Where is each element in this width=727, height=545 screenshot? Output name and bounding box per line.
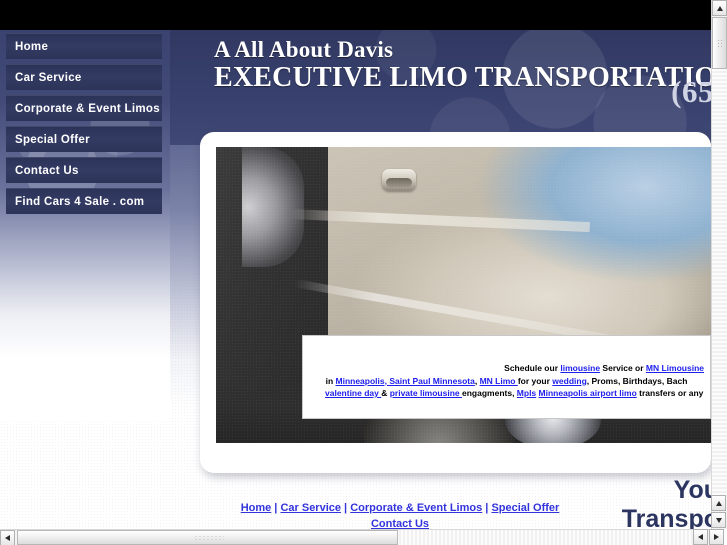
promo-copy-overlay: Schedule our limousine Service or MN Lim… xyxy=(302,335,711,419)
footer-nav-row-2: Contact Us xyxy=(200,516,600,530)
main-content-card: Schedule our limousine Service or MN Lim… xyxy=(200,132,711,473)
link-limousine[interactable]: limousine xyxy=(560,363,600,373)
sidebar-item-home[interactable]: Home xyxy=(6,33,162,59)
vertical-scrollbar-thumb[interactable] xyxy=(712,17,727,69)
sidebar-item-contact-us[interactable]: Contact Us xyxy=(6,157,162,183)
link-mn-limousine[interactable]: MN Limousine xyxy=(646,363,704,373)
site-title-line2: EXECUTIVE LIMO TRANSPORTATION xyxy=(214,62,711,93)
sidebar-item-car-service[interactable]: Car Service xyxy=(6,64,162,90)
promo-copy-line-3: valentine day & private limousine engagm… xyxy=(309,387,704,400)
link-mn-limo[interactable]: MN Limo xyxy=(480,376,518,386)
sidebar-item-special-offer[interactable]: Special Offer xyxy=(6,126,162,152)
top-black-bar xyxy=(0,0,711,30)
chevron-left-icon-secondary xyxy=(698,534,703,540)
promo-text-for-your: for your xyxy=(517,375,553,386)
sidebar-item-corporate-event-limos[interactable]: Corporate & Event Limos xyxy=(6,95,162,121)
footer-nav: Home | Car Service | Corporate & Event L… xyxy=(200,500,600,530)
footer-link-corporate-event-limos[interactable]: Corporate & Event Limos xyxy=(350,502,482,514)
horizontal-scrollbar-grip-icon xyxy=(194,535,224,542)
footer-tagline: You Transpo xyxy=(622,476,711,530)
site-title: A All About Davis EXECUTIVE LIMO TRANSPO… xyxy=(214,38,711,92)
promo-text-schedule: Schedule our xyxy=(504,363,561,373)
scrollbar-grip-icon xyxy=(717,39,724,48)
sidebar: Home Car Service Corporate & Event Limos… xyxy=(0,30,170,420)
chevron-right-icon xyxy=(714,534,719,540)
horizontal-scrollbar[interactable] xyxy=(0,529,711,545)
chevron-down-icon xyxy=(715,517,722,523)
chevron-left-icon xyxy=(5,535,10,541)
scroll-up-button[interactable] xyxy=(712,0,727,16)
link-minneapolis-saint-paul-minnesota[interactable]: Minneapolis, Saint Paul Minnesota xyxy=(336,376,475,386)
promo-text-transfers: transfers or any xyxy=(636,388,704,398)
scroll-right-button[interactable] xyxy=(709,529,724,545)
link-mpls[interactable]: Mpls xyxy=(517,388,536,398)
header-phone-number: (65 xyxy=(671,74,711,109)
link-wedding[interactable]: wedding xyxy=(552,376,586,386)
link-private-limousine[interactable]: private limousine xyxy=(390,388,462,398)
footer-link-special-offer[interactable]: Special Offer xyxy=(491,502,559,514)
chevron-up-icon xyxy=(716,5,723,11)
link-minneapolis-airport-limo[interactable]: Minneapolis airport limo xyxy=(539,388,637,398)
site-title-line1: A All About Davis xyxy=(214,37,394,62)
promo-text-in: in xyxy=(325,375,336,386)
page-content: A All About Davis EXECUTIVE LIMO TRANSPO… xyxy=(0,30,711,530)
horizontal-scrollbar-thumb[interactable] xyxy=(17,530,398,545)
footer-tagline-line1: You xyxy=(673,476,711,504)
footer-separator-2: | xyxy=(341,502,351,514)
sidebar-item-find-cars-4-sale[interactable]: Find Cars 4 Sale . com xyxy=(6,188,162,214)
promo-text-service-or: Service or xyxy=(600,363,646,373)
scroll-left-button-secondary[interactable] xyxy=(693,529,708,545)
chevron-up-icon-secondary xyxy=(715,500,722,506)
site-header-banner: A All About Davis EXECUTIVE LIMO TRANSPO… xyxy=(170,30,711,145)
vertical-scrollbar-track[interactable] xyxy=(712,17,727,495)
scroll-down-button[interactable] xyxy=(711,512,726,528)
footer-tagline-line2: Transpo xyxy=(621,505,711,530)
horizontal-scroll-button-pair[interactable] xyxy=(693,529,727,545)
promo-text-proms-birthdays: , Proms, Birthdays, Bach xyxy=(586,375,688,386)
vertical-scroll-button-stack[interactable] xyxy=(711,495,727,529)
promo-copy-line-2: in Minneapolis, Saint Paul Minnesota, MN… xyxy=(309,375,704,388)
link-valentine-day[interactable]: valentine day xyxy=(325,388,381,398)
sidebar-nav: Home Car Service Corporate & Event Limos… xyxy=(6,33,162,219)
footer-link-car-service[interactable]: Car Service xyxy=(280,502,341,514)
promo-text-amp: & xyxy=(381,388,390,398)
promo-text-engagments: engagments, xyxy=(462,388,517,398)
browser-viewport: A All About Davis EXECUTIVE LIMO TRANSPO… xyxy=(0,0,727,545)
vertical-scrollbar[interactable] xyxy=(711,0,727,529)
scroll-left-button[interactable] xyxy=(0,530,15,545)
scroll-up-button-secondary[interactable] xyxy=(711,495,726,511)
footer-nav-row-1: Home | Car Service | Corporate & Event L… xyxy=(200,500,600,516)
promo-copy-line-1: Schedule our limousine Service or MN Lim… xyxy=(309,362,704,375)
footer-link-home[interactable]: Home xyxy=(241,502,272,514)
